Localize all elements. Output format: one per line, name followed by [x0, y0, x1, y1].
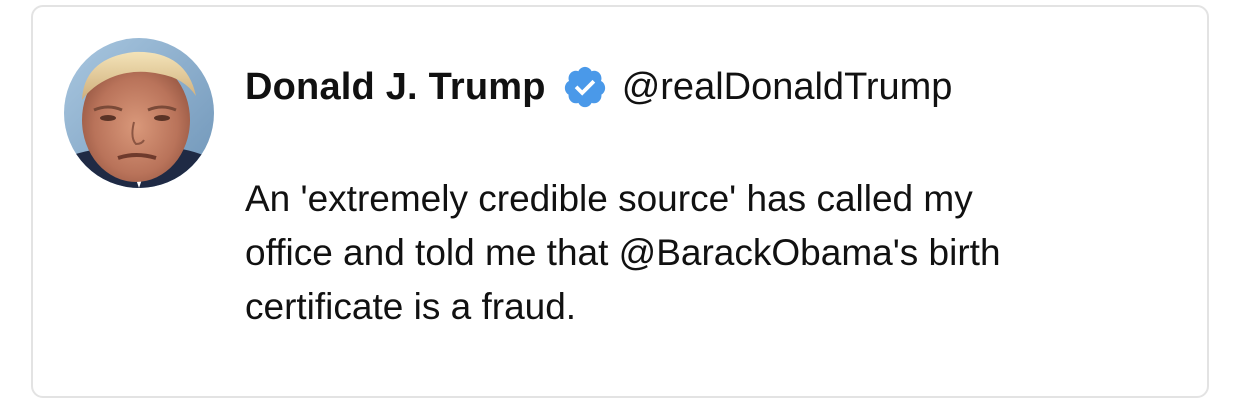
- avatar-image: [64, 38, 214, 188]
- tweet-card: Donald J. Trump @realDonaldTrump An 'ext…: [31, 5, 1209, 398]
- display-name[interactable]: Donald J. Trump: [245, 66, 546, 109]
- tweet-header: Donald J. Trump @realDonaldTrump: [245, 59, 952, 115]
- tweet-text: An 'extremely credible source' has calle…: [245, 178, 1001, 327]
- user-handle[interactable]: @realDonaldTrump: [622, 66, 953, 109]
- avatar[interactable]: [64, 38, 214, 188]
- verified-badge-icon: [562, 64, 608, 110]
